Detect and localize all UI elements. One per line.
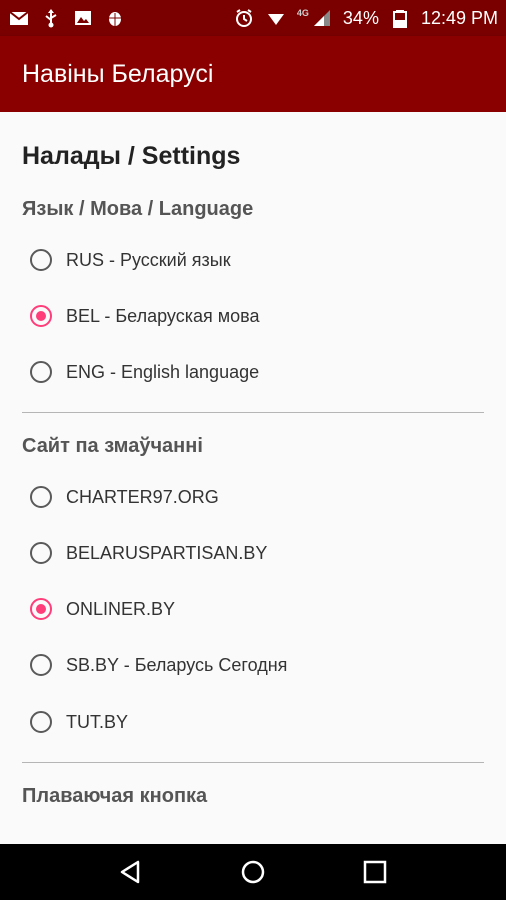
- option-label: BELARUSPARTISAN.BY: [66, 542, 268, 563]
- option-label: SB.BY - Беларусь Сегодня: [66, 654, 288, 675]
- radio-button-checked[interactable]: [30, 305, 52, 327]
- status-bar: 4G 34% 12:49 PM: [0, 0, 506, 36]
- site-section-title: Сайт па змаўчанні: [22, 435, 203, 457]
- option-label: RUS - Русский язык: [66, 249, 231, 270]
- alarm-icon: [233, 7, 255, 29]
- option-label: ONLINER.BY: [66, 598, 176, 619]
- network-type-label: 4G: [296, 8, 309, 18]
- radio-button[interactable]: [30, 249, 52, 271]
- screen: 4G 34% 12:49 PM Навіны Беларусі Налады /…: [0, 0, 506, 900]
- navigation-bar: [0, 844, 506, 900]
- option-label: TUT.BY: [66, 711, 129, 732]
- section-divider: [22, 412, 484, 413]
- status-notifications: [8, 7, 126, 29]
- language-section-title: Язык / Мова / Language: [22, 198, 254, 220]
- site-option-sb[interactable]: SB.BY - Беларусь Сегодня: [30, 645, 480, 685]
- radio-button[interactable]: [30, 711, 52, 733]
- gmail-icon: [8, 7, 30, 29]
- usb-icon: [40, 7, 62, 29]
- android-debug-icon: [104, 7, 126, 29]
- floating-button-section-title: Плаваючая кнопка: [22, 785, 208, 807]
- site-option-charter97[interactable]: CHARTER97.ORG: [30, 477, 480, 517]
- page-title: Налады / Settings: [22, 142, 241, 170]
- recents-icon[interactable]: [355, 852, 395, 892]
- clock: 12:49 PM: [420, 7, 498, 28]
- radio-button[interactable]: [30, 361, 52, 383]
- language-option-eng[interactable]: ENG - English language: [30, 352, 480, 392]
- home-icon[interactable]: [233, 852, 273, 892]
- language-option-bel[interactable]: BEL - Беларуская мова: [30, 296, 480, 336]
- site-option-tut[interactable]: TUT.BY: [30, 702, 480, 742]
- battery-icon: [389, 7, 411, 29]
- radio-button-checked[interactable]: [30, 598, 52, 620]
- image-icon: [72, 7, 94, 29]
- language-option-rus[interactable]: RUS - Русский язык: [30, 240, 480, 280]
- radio-button[interactable]: [30, 486, 52, 508]
- radio-button[interactable]: [30, 654, 52, 676]
- option-label: ENG - English language: [66, 361, 260, 382]
- site-option-belaruspartisan[interactable]: BELARUSPARTISAN.BY: [30, 533, 480, 573]
- radio-button[interactable]: [30, 542, 52, 564]
- battery-percent: 34%: [342, 7, 379, 28]
- signal-icon: [311, 7, 333, 29]
- back-icon[interactable]: [111, 852, 151, 892]
- app-bar: Навіны Беларусі: [0, 36, 506, 112]
- site-option-onliner[interactable]: ONLINER.BY: [30, 589, 480, 629]
- settings-content[interactable]: Налады / Settings Язык / Мова / Language…: [0, 112, 506, 844]
- status-system: 4G 34% 12:49 PM: [233, 7, 498, 29]
- section-divider: [22, 762, 484, 763]
- app-title: Навіны Беларусі: [22, 59, 214, 88]
- option-label: BEL - Беларуская мова: [66, 305, 260, 326]
- option-label: CHARTER97.ORG: [66, 486, 219, 507]
- wifi-icon: [265, 7, 287, 29]
